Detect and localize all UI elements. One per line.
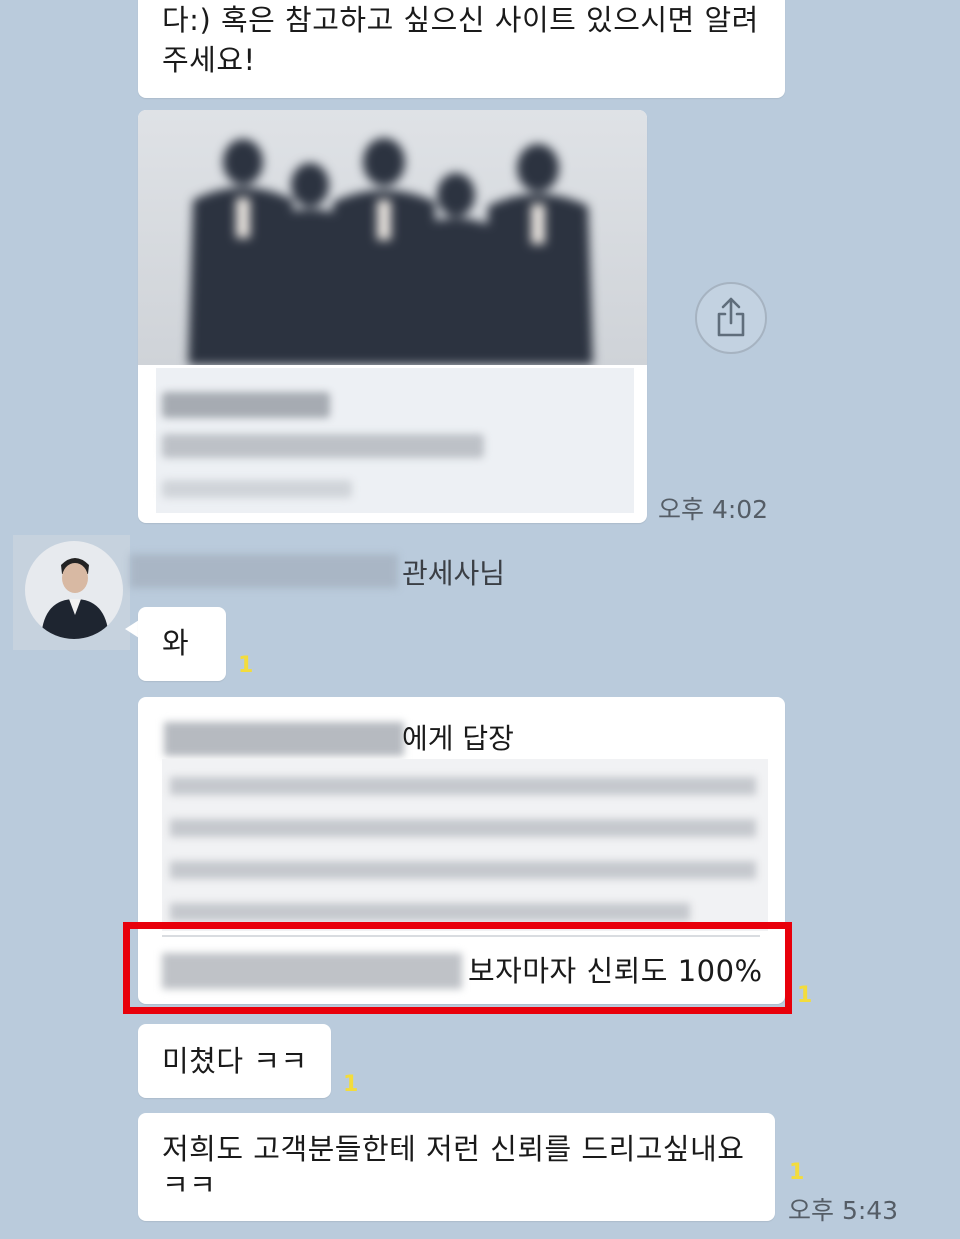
link-preview-card[interactable] [138,110,647,523]
preview-info-blurred [156,368,634,513]
unread-count: 1 [343,1072,359,1097]
unread-count: 1 [797,983,813,1008]
share-icon [717,297,745,337]
unread-count: 1 [238,653,254,678]
highlight-box [123,922,792,1014]
message-text: 미쳤다 ㅋㅋ [162,1044,308,1078]
avatar[interactable] [13,535,130,650]
bubble-tail [125,620,139,638]
avatar-person-icon [41,558,109,639]
people-photo-blurred [188,138,593,365]
timestamp: 오후 4:02 [658,495,769,524]
message-bubble[interactable]: 다:) 혹은 참고하고 싶으신 사이트 있으시면 알려주세요! [138,0,785,98]
sender-name-blurred [130,554,398,588]
preview-image [138,110,647,365]
unread-count: 1 [789,1160,805,1185]
message-text: 다:) 혹은 참고하고 싶으신 사이트 있으시면 알려주세요! [162,3,759,77]
message-bubble[interactable]: 미쳤다 ㅋㅋ [138,1024,331,1098]
timestamp: 오후 5:43 [788,1196,899,1225]
share-button[interactable] [695,282,767,354]
sender-name-suffix: 관세사님 [402,557,506,590]
message-text: 저희도 고객분들한테 저런 신뢰를 드리고싶내요 ㅋㅋ [162,1132,745,1202]
reply-target-name-blurred [164,722,404,756]
reply-header: 에게 답장 [402,722,514,755]
message-bubble[interactable]: 와 [138,607,226,681]
message-text: 와 [162,626,190,660]
quoted-message-blurred [162,759,768,931]
message-bubble[interactable]: 저희도 고객분들한테 저런 신뢰를 드리고싶내요 ㅋㅋ [138,1113,775,1221]
